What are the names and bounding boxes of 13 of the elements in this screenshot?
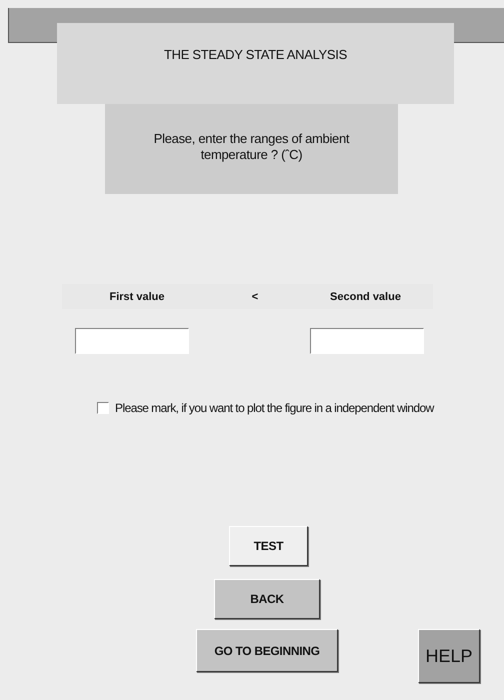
value-label: Second value [329, 290, 402, 302]
help-button[interactable]: HELP [418, 629, 480, 683]
value-label: First value [108, 290, 166, 302]
value-field[interactable] [75, 328, 189, 354]
title-panel: THE STEADY STATE ANALYSIS [57, 23, 454, 104]
checkbox[interactable] [97, 402, 109, 414]
less-than-sign: < [250, 290, 260, 302]
prompt-panel: Please, enter the ranges of ambient temperature ? (ˆC) [105, 104, 398, 194]
back-button[interactable]: BACK [214, 579, 320, 619]
value-field[interactable] [310, 328, 424, 354]
test-button[interactable]: TEST [229, 526, 308, 566]
go-to-beginning-button[interactable]: GO TO BEGINNING [196, 629, 338, 672]
checkbox-label: Please mark, if you want to plot the figure in a independent window [115, 400, 434, 414]
